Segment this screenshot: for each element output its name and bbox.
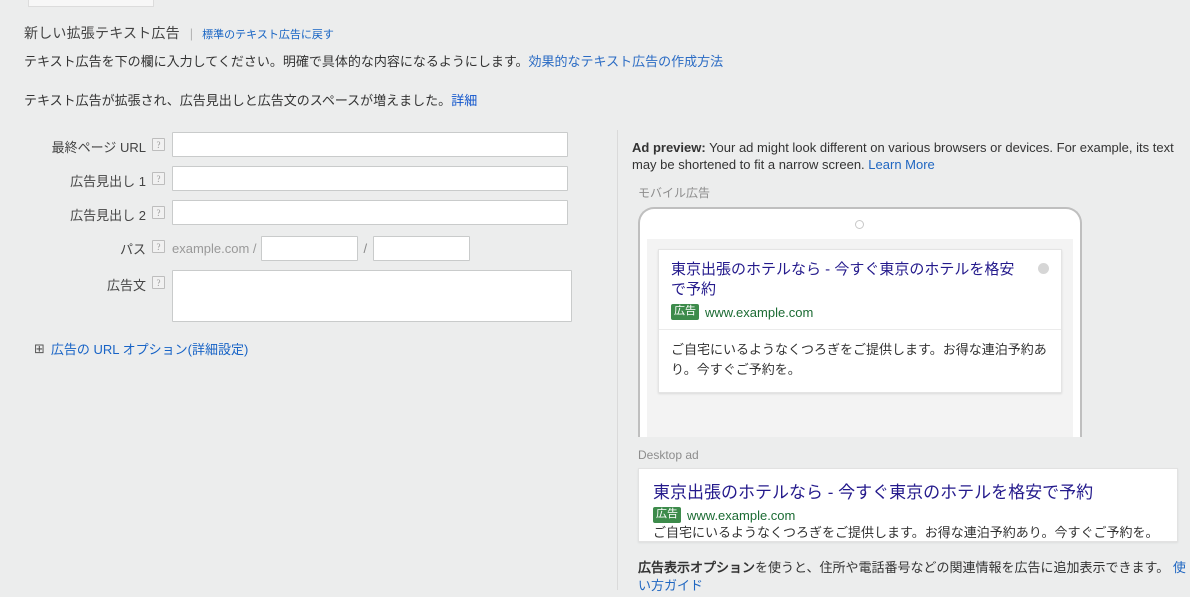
ad-description-textarea[interactable] <box>172 270 572 322</box>
mobile-ad-description: ご自宅にいるようなくつろぎをご提供します。お得な連泊予約あり。今すぐご予約を。 <box>671 342 1047 377</box>
learn-more-details-link[interactable]: 詳細 <box>451 93 477 108</box>
desktop-ad-title[interactable]: 東京出張のホテルなら - 今すぐ東京のホテルを格安で予約 <box>653 483 1163 503</box>
ad-preview-note-label: Ad preview: <box>632 140 706 155</box>
ad-preview-panel: Ad preview: Your ad might look different… <box>632 139 1186 595</box>
desktop-ad-description: ご自宅にいるようなくつろぎをご提供します。お得な連泊予約あり。今すぐご予約を。 <box>653 525 1159 540</box>
help-icon[interactable]: ? <box>152 138 165 151</box>
revert-to-standard-ad-link[interactable]: 標準のテキスト広告に戻す <box>202 26 334 42</box>
create-effective-ad-link[interactable]: 効果的なテキスト広告の作成方法 <box>529 54 724 69</box>
column-divider <box>617 130 618 590</box>
ad-extensions-note-bold: 広告表示オプション <box>638 560 756 575</box>
mobile-preview-caption: モバイル広告 <box>638 186 711 200</box>
instruction-text-secondary: テキスト広告が拡張され、広告見出しと広告文のスペースが増えました。詳細 <box>24 90 1174 109</box>
page-title: 新しい拡張テキスト広告 <box>24 25 180 41</box>
form-row-path: パス ? example.com / / <box>0 234 600 261</box>
title-separator: | <box>189 26 194 41</box>
ad-extensions-note: 広告表示オプションを使うと、住所や電話番号などの関連情報を広告に追加表示できます… <box>638 559 1186 595</box>
ad-form: 最終ページ URL ? 広告見出し 1 ? 広告見出し 2 ? パス ? exa… <box>0 132 600 358</box>
mobile-ad-display-url[interactable]: www.example.com <box>705 305 813 320</box>
mobile-ad-title[interactable]: 東京出張のホテルなら - 今すぐ東京のホテルを格安で予約 <box>671 260 1021 300</box>
help-icon[interactable]: ? <box>152 172 165 185</box>
ad-url-options-label: 広告の URL オプション(詳細設定) <box>50 342 249 357</box>
expand-plus-icon: ⊞ <box>34 341 45 356</box>
instruction-text-primary-body: テキスト広告を下の欄に入力してください。明確で具体的な内容になるようにします。 <box>24 54 529 69</box>
path-slash-separator: / <box>363 241 368 256</box>
info-icon[interactable] <box>1038 263 1049 274</box>
form-row-final-url: 最終ページ URL ? <box>0 132 600 157</box>
form-row-description: 広告文 ? <box>0 270 600 322</box>
label-final-url: 最終ページ URL <box>51 140 146 155</box>
desktop-ad-url-line: 広告 www.example.com <box>653 507 1163 523</box>
page-title-row: 新しい拡張テキスト広告 | 標準のテキスト広告に戻す <box>24 23 1174 43</box>
ad-label-badge: 広告 <box>671 304 699 320</box>
form-row-headline-1: 広告見出し 1 ? <box>0 166 600 191</box>
label-headline-2: 広告見出し 2 <box>70 208 146 223</box>
path-fields: example.com / / <box>172 234 471 261</box>
label-headline-1: 広告見出し 1 <box>70 174 146 189</box>
desktop-ad-card: 東京出張のホテルなら - 今すぐ東京のホテルを格安で予約 広告 www.exam… <box>638 468 1178 542</box>
ad-label-badge: 広告 <box>653 507 681 523</box>
final-url-input[interactable] <box>172 132 568 157</box>
mobile-phone-mockup: 東京出張のホテルなら - 今すぐ東京のホテルを格安で予約 広告 www.exam… <box>638 207 1082 437</box>
label-path: パス <box>119 242 146 257</box>
ad-preview-note: Ad preview: Your ad might look different… <box>632 139 1180 173</box>
instruction-text-primary: テキスト広告を下の欄に入力してください。明確で具体的な内容になるようにします。効… <box>24 54 1174 70</box>
mobile-ad-card-header: 東京出張のホテルなら - 今すぐ東京のホテルを格安で予約 広告 www.exam… <box>659 250 1061 330</box>
headline-1-input[interactable] <box>172 166 568 191</box>
mobile-ad-card: 東京出張のホテルなら - 今すぐ東京のホテルを格安で予約 広告 www.exam… <box>658 249 1062 393</box>
form-row-headline-2: 広告見出し 2 ? <box>0 200 600 225</box>
ad-url-options-toggle[interactable]: ⊞ 広告の URL オプション(詳細設定) <box>34 339 600 358</box>
page-header: 新しい拡張テキスト広告 | 標準のテキスト広告に戻す テキスト広告を下の欄に入力… <box>24 23 1174 109</box>
path-domain-prefix: example.com / <box>172 241 257 256</box>
phone-speaker-icon <box>855 220 864 229</box>
preview-learn-more-link[interactable]: Learn More <box>868 157 934 172</box>
help-icon[interactable]: ? <box>152 206 165 219</box>
phone-screen: 東京出張のホテルなら - 今すぐ東京のホテルを格安で予約 広告 www.exam… <box>647 239 1073 437</box>
path-2-input[interactable] <box>373 236 471 261</box>
desktop-ad-display-url[interactable]: www.example.com <box>687 508 795 523</box>
mobile-ad-url-line: 広告 www.example.com <box>671 304 1049 320</box>
instruction-text-secondary-body: テキスト広告が拡張され、広告見出しと広告文のスペースが増えました。 <box>24 93 452 108</box>
path-1-input[interactable] <box>260 236 358 261</box>
ad-extensions-note-text: を使うと、住所や電話番号などの関連情報を広告に追加表示できます。 <box>755 560 1173 575</box>
headline-2-input[interactable] <box>172 200 568 225</box>
help-icon[interactable]: ? <box>152 276 165 289</box>
label-description: 広告文 <box>106 278 146 293</box>
help-icon[interactable]: ? <box>152 240 165 253</box>
tab-stub[interactable] <box>28 0 154 7</box>
desktop-preview-caption: Desktop ad <box>638 448 699 462</box>
